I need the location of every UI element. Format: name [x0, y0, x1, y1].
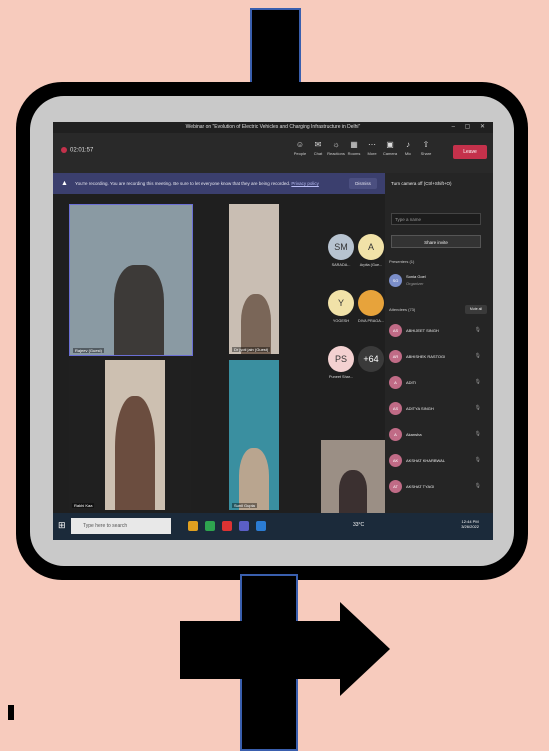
mic-off-icon: 🎙 — [474, 353, 481, 359]
attendees-header[interactable]: Attendees (73) — [389, 307, 415, 312]
people-search-input[interactable]: Type a name — [391, 213, 481, 225]
attendee-name: AKSHAT TYAGI — [406, 484, 435, 489]
organizer-name: Sonia Goel — [406, 274, 426, 279]
avatar: A — [389, 428, 402, 441]
participant-name: Puneet Shar... — [328, 375, 354, 379]
warning-icon: ▲ — [61, 180, 68, 187]
mic-off-icon: 🎙 — [474, 483, 481, 489]
share-icon: ⇧ — [422, 140, 430, 149]
organizer-role: Organizer — [406, 281, 424, 286]
arrow-shaft-shape — [180, 621, 346, 679]
avatar: AS — [389, 402, 402, 415]
participant-avatar[interactable]: Y — [328, 290, 354, 316]
video-tile-rajeev[interactable]: Rajeev (Guest) — [69, 204, 193, 356]
panel-tooltip: Turn camera off (Ctrl+Shift+O) — [391, 181, 452, 186]
teams-icon[interactable] — [239, 521, 249, 531]
avatar: A — [389, 376, 402, 389]
arrow-head-shape — [340, 602, 390, 696]
video-tile-sunil[interactable]: Sunil Gupta — [229, 360, 279, 510]
toolbar-label: Chat — [313, 151, 323, 156]
toolbar-label: Camera — [382, 151, 398, 156]
windows-taskbar: ⊞ Type here to search 33°C 12:44 PM 3/26/… — [53, 513, 493, 540]
attendee-row[interactable]: A Akansha 🎙 — [389, 427, 489, 443]
avatar: AR — [389, 350, 402, 363]
presenters-header[interactable]: Presenters (1) — [389, 259, 414, 264]
windows-start-icon[interactable]: ⊞ — [58, 520, 66, 531]
banner-text: You're recording. You are recording this… — [75, 181, 291, 186]
mic-off-icon: 🎙 — [474, 431, 481, 437]
window-controls[interactable]: – ▢ ✕ — [452, 122, 489, 133]
mic-off-icon: 🎙 — [474, 457, 481, 463]
avatar: AT — [389, 480, 402, 493]
avatar: AK — [389, 454, 402, 467]
attendee-name: AKSHAT KHARBWAL — [406, 458, 446, 463]
toolbar-label: Share — [420, 151, 432, 156]
toolbar-share-button[interactable]: ⇧ Share — [415, 139, 437, 156]
taskbar-search-input[interactable]: Type here to search — [71, 518, 171, 534]
toolbar-label: Mic — [404, 151, 412, 156]
avatar: SG — [389, 274, 402, 287]
attendee-row[interactable]: AS ABHIJEET SINGH 🎙 — [389, 323, 489, 339]
teams-meeting-screenshot: Webinar on "Evolution of Electric Vehicl… — [53, 122, 493, 540]
avatar: AS — [389, 324, 402, 337]
participant-avatar[interactable]: PS — [328, 346, 354, 372]
video-tile-rakhi[interactable]: Rakhi Kaa — [69, 360, 191, 510]
word-icon[interactable] — [256, 521, 266, 531]
window-title-bar: Webinar on "Evolution of Electric Vehicl… — [53, 122, 493, 133]
tile-name: Rakhi Kaa — [72, 503, 95, 508]
participant-avatar[interactable] — [358, 290, 384, 316]
top-bar-shape — [250, 8, 301, 88]
people-panel: Turn camera off (Ctrl+Shift+O) Type a na… — [385, 173, 493, 513]
attendee-name: ADITI — [406, 380, 417, 385]
taskbar-clock[interactable]: 12:44 PM 3/26/2022 — [461, 519, 479, 529]
video-tile-jyoti[interactable]: Dr jyoti jain (Guest) — [229, 204, 279, 354]
participant-avatar[interactable]: A — [358, 234, 384, 260]
share-invite-button[interactable]: Share invite — [391, 235, 481, 248]
recording-icon — [61, 147, 67, 153]
attendee-row[interactable]: A ADITI 🎙 — [389, 375, 489, 391]
attendee-row[interactable]: AT AKSHAT TYAGI 🎙 — [389, 479, 489, 495]
tile-name: Dr jyoti jain (Guest) — [232, 347, 271, 352]
participant-avatar[interactable]: +64 — [358, 346, 384, 372]
organizer-row[interactable]: SG Sonia Goel Organizer — [389, 273, 489, 289]
attendee-row[interactable]: AK AKSHAT KHARBWAL 🎙 — [389, 453, 489, 469]
meeting-toolbar: 02:01:57 ☺ People ✉ Chat ☼ Reactions ▦ Rooms ⋯ Mo… — [53, 133, 493, 173]
app-icon[interactable] — [222, 521, 232, 531]
attendee-row[interactable]: AR ABHISHEK RASTOGI 🎙 — [389, 349, 489, 365]
tile-name: Rajeev (Guest) — [73, 348, 104, 353]
file-explorer-icon[interactable] — [188, 521, 198, 531]
leave-button[interactable]: Leave — [453, 145, 487, 159]
mic-off-icon: 🎙 — [474, 327, 481, 333]
privacy-policy-link[interactable]: Privacy policy — [291, 181, 319, 186]
video-tile-self[interactable] — [321, 440, 385, 513]
mic-off-icon: 🎙 — [474, 379, 481, 385]
chrome-icon[interactable] — [205, 521, 215, 531]
mute-all-button[interactable]: Mute all — [465, 305, 487, 314]
attendee-name: Akansha — [406, 432, 422, 437]
dismiss-button[interactable]: Dismiss — [349, 178, 377, 189]
window-title: Webinar on "Evolution of Electric Vehicl… — [185, 124, 361, 130]
meeting-timer: 02:01:57 — [61, 147, 93, 154]
tile-name: Sunil Gupta — [232, 503, 257, 508]
recording-banner: ▲ You're recording. You are recording th… — [53, 173, 385, 194]
toolbar-label: Rooms — [347, 151, 361, 156]
attendee-name: ADITYA SINGH — [406, 406, 434, 411]
mic-off-icon: 🎙 — [474, 405, 481, 411]
toolbar-label: People — [293, 151, 307, 156]
small-mark-shape — [8, 705, 14, 720]
attendee-row[interactable]: AS ADITYA SINGH 🎙 — [389, 401, 489, 417]
weather-text: 33°C — [353, 522, 365, 528]
toolbar-label: More — [367, 151, 377, 156]
attendee-name: ABHIJEET SINGH — [406, 328, 439, 333]
participant-avatar[interactable]: SM — [328, 234, 354, 260]
attendee-name: ABHISHEK RASTOGI — [406, 354, 446, 359]
